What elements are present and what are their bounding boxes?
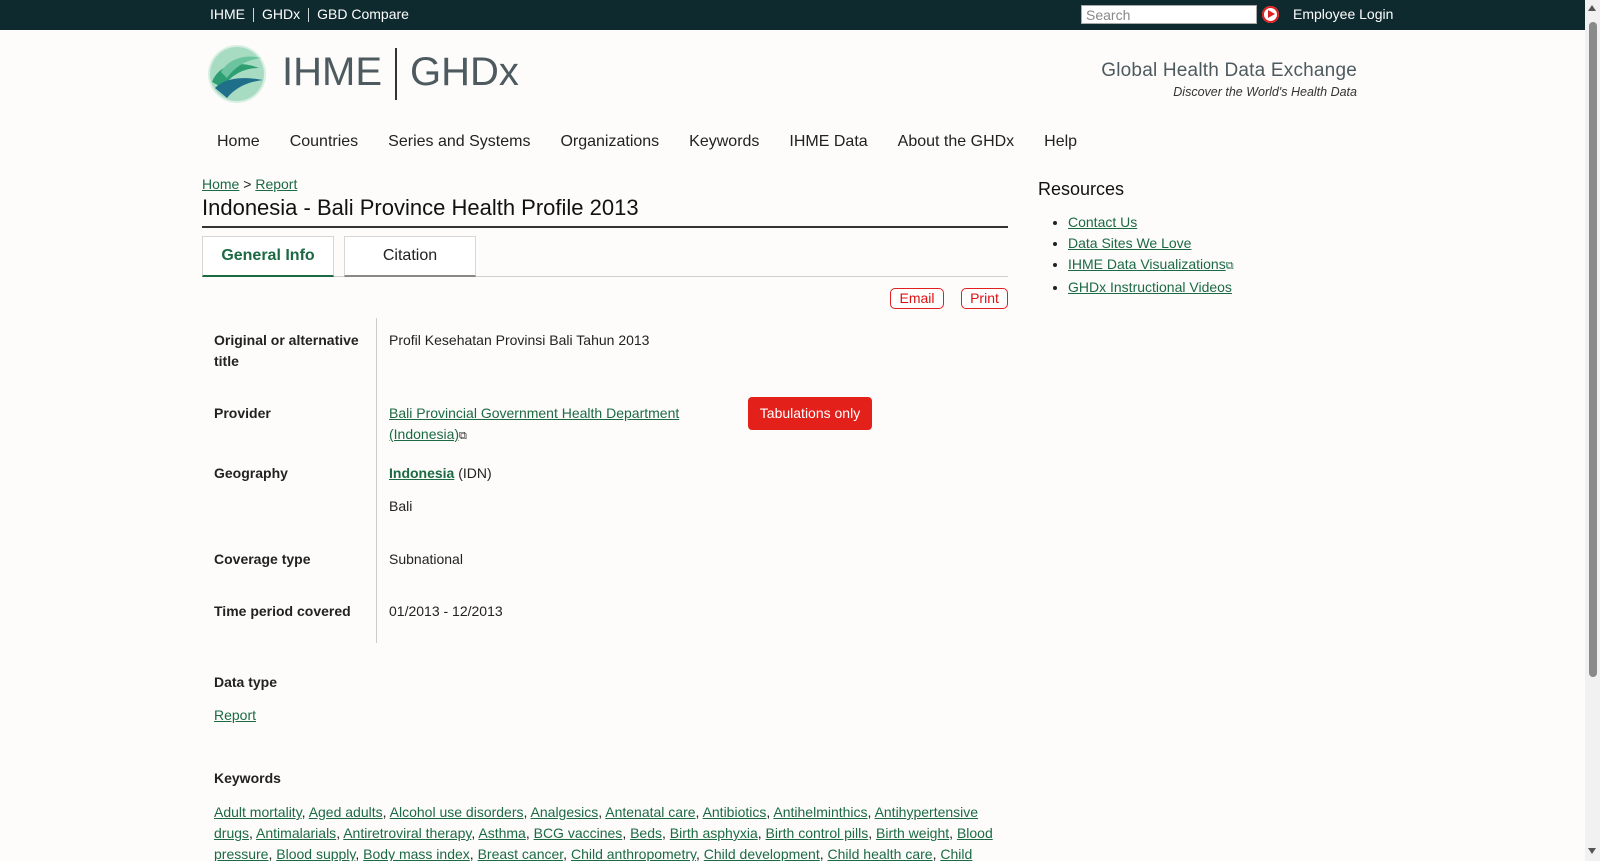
resources-title: Resources: [1038, 179, 1125, 199]
keyword-link[interactable]: Asthma: [478, 825, 525, 841]
site-subtagline: Discover the World's Health Data: [1173, 85, 1357, 99]
logo-ghdx-text: GHDx: [410, 50, 519, 94]
page-title: Indonesia - Bali Province Health Profile…: [202, 195, 1008, 228]
list-item: IHME Data Visualizations⧉: [1068, 254, 1234, 277]
keyword-link[interactable]: Child: [940, 846, 972, 861]
keyword-link[interactable]: Antibiotics: [703, 804, 767, 820]
provider-value: Bali Provincial Government Health Depart…: [389, 403, 699, 447]
geography-subnational: Bali: [389, 498, 413, 514]
keyword-link[interactable]: Child development: [704, 846, 820, 861]
provider-link[interactable]: Bali Provincial Government Health Depart…: [389, 405, 679, 442]
keyword-link[interactable]: Breast cancer: [478, 846, 564, 861]
search-input[interactable]: [1081, 5, 1257, 24]
external-link-icon: ⧉: [459, 430, 467, 442]
email-button[interactable]: Email: [890, 288, 944, 309]
alt-title-value: Profil Kesehatan Provinsi Bali Tahun 201…: [389, 332, 650, 348]
keyword-link[interactable]: Antimalarials: [256, 825, 336, 841]
keyword-link[interactable]: Antihelminthics: [773, 804, 867, 820]
resource-ihme-viz[interactable]: IHME Data Visualizations: [1068, 256, 1226, 272]
breadcrumb-report[interactable]: Report: [255, 176, 297, 192]
employee-login-link[interactable]: Employee Login: [1293, 6, 1393, 22]
list-item: GHDx Instructional Videos: [1068, 277, 1234, 298]
list-item: Contact Us: [1068, 212, 1234, 233]
geography-label: Geography: [214, 465, 288, 481]
keywords-label: Keywords: [214, 770, 281, 786]
resources-list: Contact Us Data Sites We Love IHME Data …: [1068, 212, 1234, 298]
coverage-type-label: Coverage type: [214, 551, 311, 567]
top-link-ghdx[interactable]: GHDx: [254, 6, 308, 22]
keyword-link[interactable]: Child anthropometry: [571, 846, 696, 861]
top-link-ihme[interactable]: IHME: [202, 6, 253, 22]
resource-videos[interactable]: GHDx Instructional Videos: [1068, 279, 1232, 295]
logo-divider: [395, 48, 397, 100]
site-tagline: Global Health Data Exchange: [1101, 60, 1357, 81]
nav-series-and-systems[interactable]: Series and Systems: [388, 133, 530, 151]
top-links: IHME GHDx GBD Compare: [202, 6, 417, 22]
tabulations-only-badge: Tabulations only: [748, 397, 872, 430]
search-submit-ring: [1262, 6, 1279, 23]
scroll-down-arrow-icon[interactable]: [1588, 848, 1596, 854]
keyword-link[interactable]: Beds: [630, 825, 662, 841]
main-nav: Home Countries Series and Systems Organi…: [217, 133, 1107, 151]
tab-citation[interactable]: Citation: [344, 236, 476, 277]
breadcrumb-home[interactable]: Home: [202, 176, 239, 192]
list-item: Data Sites We Love: [1068, 233, 1234, 254]
ihme-leaf-logo-icon[interactable]: [207, 44, 267, 104]
keyword-link[interactable]: Body mass index: [363, 846, 470, 861]
nav-about[interactable]: About the GHDx: [898, 133, 1015, 151]
time-period-value: 01/2013 - 12/2013: [389, 603, 503, 619]
keyword-link[interactable]: Antenatal care: [605, 804, 695, 820]
geography-country-code: (IDN): [458, 465, 492, 481]
keyword-link[interactable]: Birth control pills: [766, 825, 869, 841]
keyword-link[interactable]: Blood supply: [276, 846, 355, 861]
nav-countries[interactable]: Countries: [290, 133, 358, 151]
nav-home[interactable]: Home: [217, 133, 260, 151]
nav-help[interactable]: Help: [1044, 133, 1077, 151]
coverage-type-value: Subnational: [389, 551, 463, 567]
keyword-link[interactable]: Alcohol use disorders: [390, 804, 524, 820]
breadcrumb-separator: >: [243, 176, 252, 192]
scrollbar-thumb[interactable]: [1589, 22, 1597, 677]
keyword-link[interactable]: Antiretroviral therapy: [343, 825, 471, 841]
top-link-gbd-compare[interactable]: GBD Compare: [309, 6, 417, 22]
time-period-label: Time period covered: [214, 603, 351, 619]
resource-contact-us[interactable]: Contact Us: [1068, 214, 1137, 230]
alt-title-label: Original or alternative title: [214, 332, 359, 369]
data-type-label: Data type: [214, 674, 278, 690]
logo-ihme-text: IHME: [282, 50, 382, 94]
nav-keywords[interactable]: Keywords: [689, 133, 759, 151]
nav-organizations[interactable]: Organizations: [560, 133, 659, 151]
keyword-link[interactable]: Analgesics: [531, 804, 599, 820]
geography-country-link[interactable]: Indonesia: [389, 465, 454, 481]
data-type-link[interactable]: Report: [214, 707, 256, 723]
breadcrumb: Home > Report: [202, 176, 297, 192]
data-type-value: Report: [214, 705, 256, 726]
keyword-link[interactable]: Birth weight: [876, 825, 949, 841]
keyword-link[interactable]: Adult mortality: [214, 804, 302, 820]
keywords-list: Adult mortality, Aged adults, Alcohol us…: [214, 804, 993, 861]
scrollbar[interactable]: [1585, 0, 1600, 861]
geography-country: Indonesia (IDN): [389, 463, 492, 484]
provider-label: Provider: [214, 405, 271, 421]
keyword-link[interactable]: Child health care: [828, 846, 933, 861]
resource-data-sites[interactable]: Data Sites We Love: [1068, 235, 1191, 251]
tab-general-info[interactable]: General Info: [202, 236, 334, 277]
scroll-up-arrow-icon[interactable]: [1588, 5, 1596, 11]
keyword-link[interactable]: Birth asphyxia: [670, 825, 758, 841]
nav-ihme-data[interactable]: IHME Data: [789, 133, 867, 151]
keyword-link[interactable]: Aged adults: [309, 804, 383, 820]
keyword-link[interactable]: BCG vaccines: [534, 825, 623, 841]
external-link-icon: ⧉: [1225, 260, 1234, 272]
print-button[interactable]: Print: [961, 288, 1008, 309]
top-bar: IHME GHDx GBD Compare Employee Login: [0, 0, 1585, 30]
info-column-divider: [376, 318, 377, 643]
